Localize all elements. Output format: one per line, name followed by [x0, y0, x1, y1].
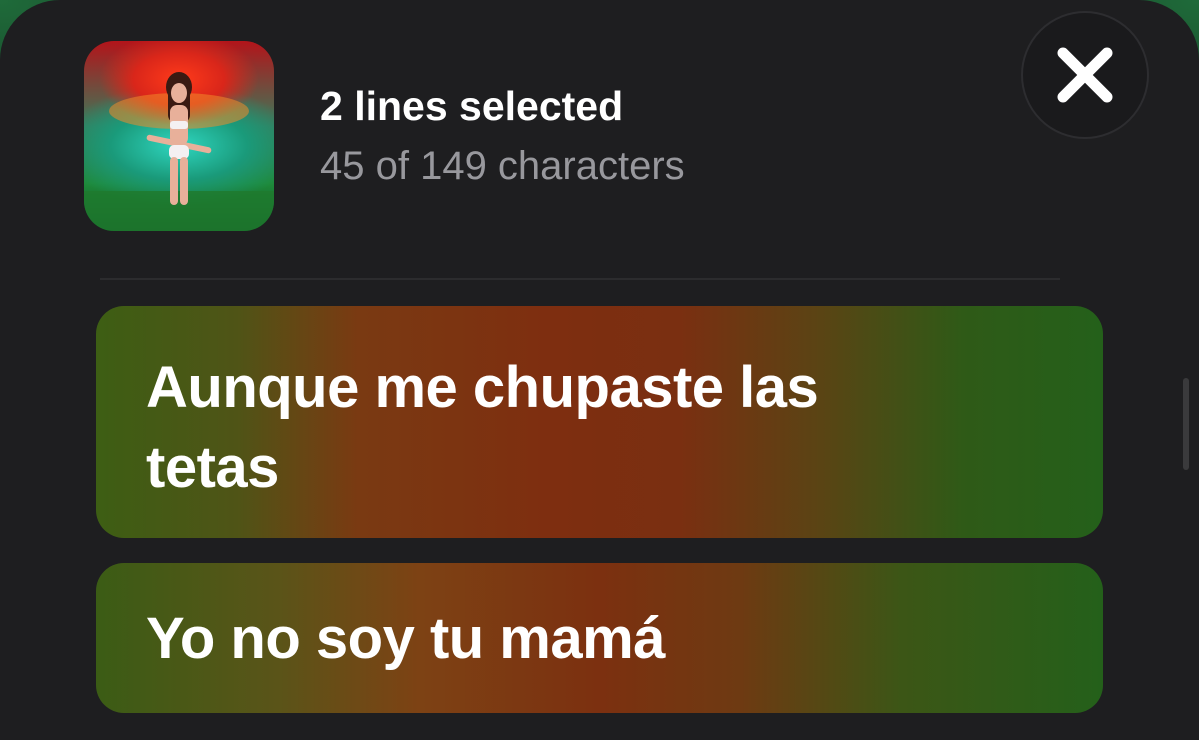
- share-lyrics-sheet: 2 lines selected 45 of 149 characters Au…: [0, 0, 1199, 740]
- lyric-line-card[interactable]: Yo no soy tu mamá: [96, 563, 1103, 713]
- divider: [100, 278, 1060, 280]
- lyric-line-text: Aunque me chupaste las tetas: [146, 355, 819, 500]
- selection-title: 2 lines selected: [320, 83, 624, 129]
- album-artwork: [84, 41, 274, 231]
- character-count: 45 of 149 characters: [320, 144, 685, 188]
- close-icon: [1057, 47, 1113, 103]
- scroll-indicator[interactable]: [1183, 378, 1189, 470]
- artwork-figure-icon: [84, 72, 274, 231]
- selection-info: 2 lines selected 45 of 149 characters: [320, 82, 685, 190]
- lyric-line-text: Yo no soy tu mamá: [146, 606, 665, 671]
- lyric-line-card[interactable]: Aunque me chupaste las tetas: [96, 306, 1103, 538]
- close-button[interactable]: [1021, 11, 1149, 139]
